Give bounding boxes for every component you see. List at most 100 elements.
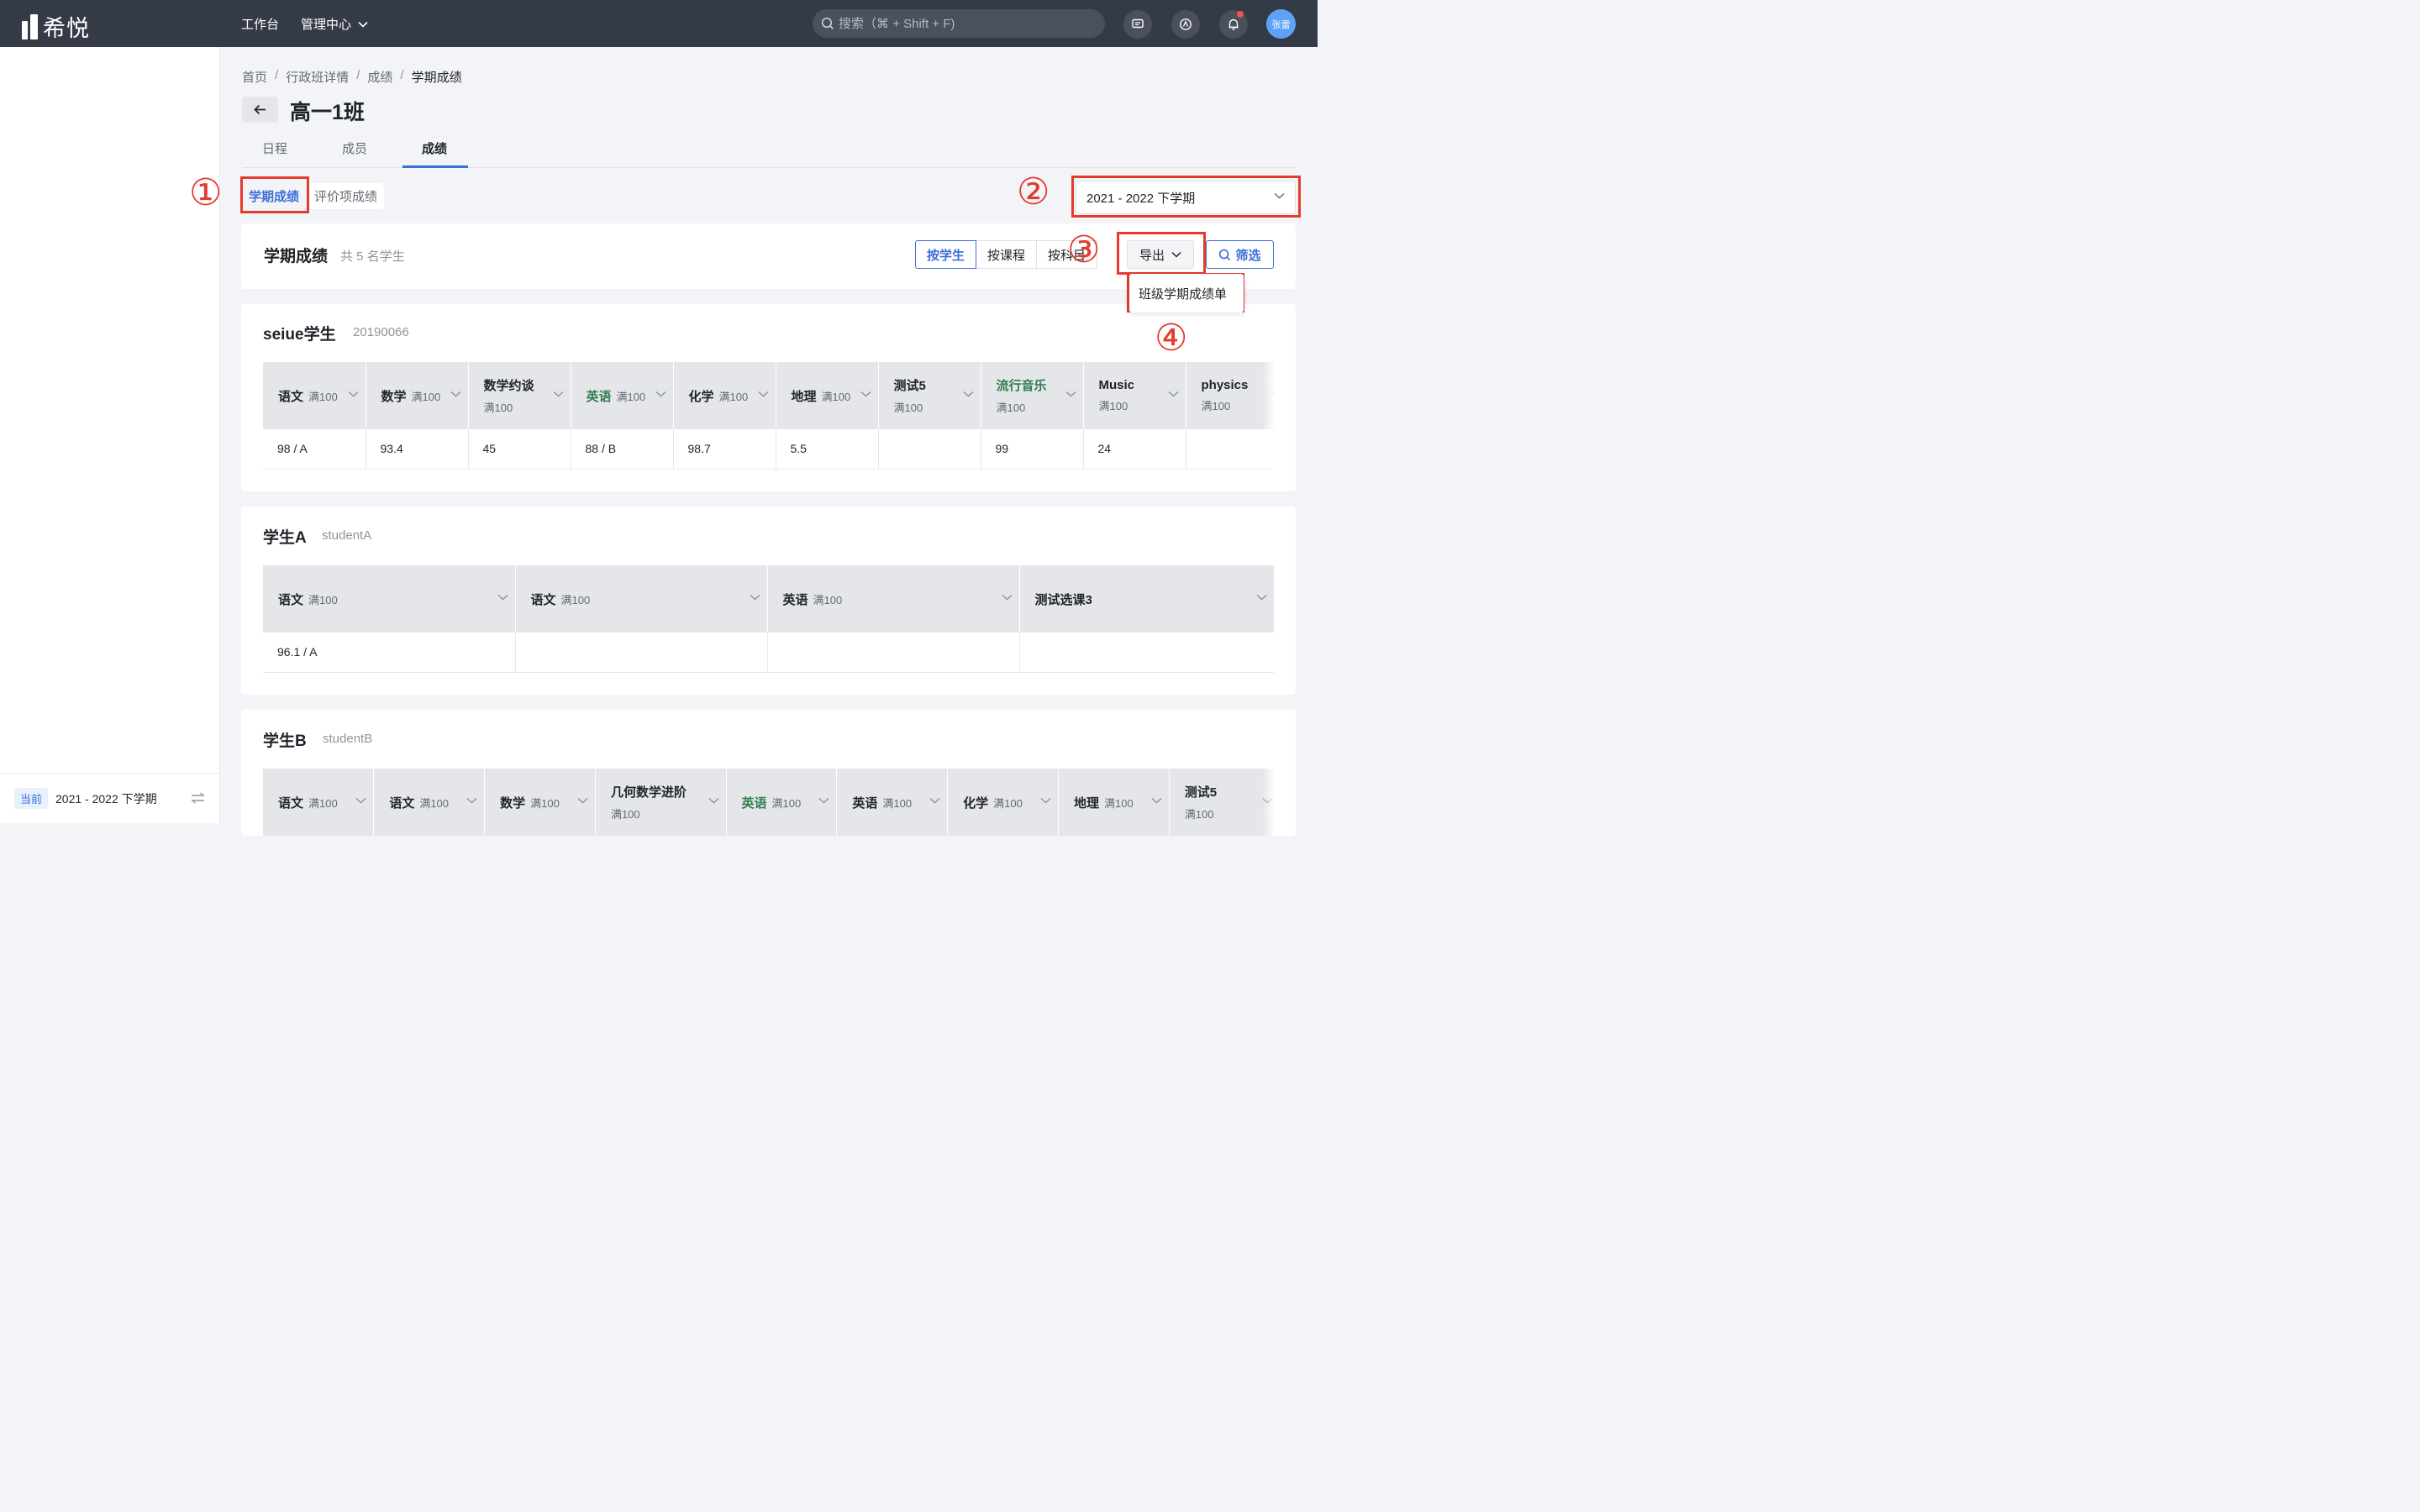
chevron-down-icon[interactable] xyxy=(497,594,508,601)
chevron-down-icon[interactable] xyxy=(355,797,366,804)
subject-column-header[interactable]: 化学 满100 xyxy=(672,362,776,429)
breadcrumb-class-detail[interactable]: 行政班详情 xyxy=(286,68,349,86)
chevron-down-icon[interactable] xyxy=(552,391,564,397)
search-icon xyxy=(1219,249,1231,260)
subject-column-header[interactable]: 英语 满100 xyxy=(725,769,837,836)
chevron-down-icon[interactable] xyxy=(655,391,666,397)
chevron-down-icon[interactable] xyxy=(860,391,871,397)
subject-column-header[interactable]: 语文 满100 xyxy=(263,769,374,836)
subject-column-header[interactable]: 几何数学进阶 满100 xyxy=(594,769,727,836)
subject-name: 英语 xyxy=(586,389,612,404)
full-score: 满100 xyxy=(308,593,338,606)
full-score: 满100 xyxy=(996,402,1026,414)
subject-name: 语文 xyxy=(278,795,304,811)
chevron-down-icon[interactable] xyxy=(1167,391,1179,397)
score-cell: 98.7 xyxy=(672,429,776,470)
grades-table-wrap[interactable]: 语文 满100 语文 满100 数学 满100 几何数学进阶 满100 英语 满100 英语 满100… xyxy=(263,769,1274,836)
subject-column-header[interactable]: 测试5 满100 xyxy=(1168,769,1274,836)
chevron-down-icon[interactable] xyxy=(818,797,829,804)
subtab-evaluation-grades[interactable]: 评价项成绩 xyxy=(308,183,385,209)
chevron-down-icon[interactable] xyxy=(577,797,588,804)
breadcrumb-home[interactable]: 首页 xyxy=(242,68,267,86)
annotation-box-3 xyxy=(1117,232,1206,275)
score-cell xyxy=(766,633,1019,673)
app-logo[interactable]: 希悦 xyxy=(22,10,90,43)
chevron-down-icon[interactable] xyxy=(1256,594,1267,601)
subject-column-header[interactable]: 英语 满100 xyxy=(570,362,673,429)
subject-column-header[interactable]: 语文 满100 xyxy=(263,565,515,633)
summary-title: 学期成绩 xyxy=(264,248,329,265)
avatar[interactable]: 张雷 xyxy=(1266,9,1296,39)
student-id: studentB xyxy=(323,732,373,746)
notification-button[interactable] xyxy=(1219,10,1248,39)
subject-name: 语文 xyxy=(278,592,304,607)
chevron-down-icon[interactable] xyxy=(1040,797,1051,804)
subject-column-header[interactable]: 语文 满100 xyxy=(514,565,767,633)
current-term-label: 2021 - 2022 下学期 xyxy=(55,791,157,806)
score-cell: 93.4 xyxy=(365,429,468,470)
tab-members[interactable]: 成员 xyxy=(342,139,367,157)
chevron-down-icon[interactable] xyxy=(929,797,940,804)
chevron-down-icon[interactable] xyxy=(466,797,477,804)
subject-column-header[interactable]: 英语 满100 xyxy=(836,769,948,836)
search-input[interactable] xyxy=(839,16,1091,31)
chevron-down-icon[interactable] xyxy=(450,391,461,397)
logo-mark-icon xyxy=(22,13,38,39)
annotation-number-1: ① xyxy=(189,171,223,214)
breadcrumb-grades[interactable]: 成绩 xyxy=(367,68,392,86)
subject-name: Music xyxy=(1098,378,1135,392)
chevron-down-icon[interactable] xyxy=(708,797,719,804)
tab-schedule[interactable]: 日程 xyxy=(262,139,287,157)
current-term-switcher[interactable]: 当前 2021 - 2022 下学期 xyxy=(0,773,219,823)
full-score: 满100 xyxy=(882,796,913,810)
subject-column-header[interactable]: 数学 满100 xyxy=(484,769,596,836)
subject-name: 测试5 xyxy=(893,379,926,393)
full-score: 满100 xyxy=(560,593,591,606)
message-button[interactable] xyxy=(1123,10,1152,39)
swap-icon[interactable] xyxy=(191,792,205,804)
subject-column-header[interactable]: 化学 满100 xyxy=(947,769,1059,836)
full-score: 满100 xyxy=(483,402,513,414)
subject-column-header[interactable]: 英语 满100 xyxy=(766,565,1019,633)
subject-column-header[interactable]: 测试选课3 xyxy=(1018,565,1274,633)
subject-name: 流行音乐 xyxy=(996,379,1047,393)
subject-column-header[interactable]: 数学 满100 xyxy=(365,362,468,429)
full-score: 满100 xyxy=(530,796,560,810)
subject-column-header[interactable]: 地理 满100 xyxy=(775,362,878,429)
chevron-down-icon[interactable] xyxy=(962,391,974,397)
score-cell: 45 xyxy=(467,429,571,470)
full-score: 满100 xyxy=(821,390,851,403)
view-by-course[interactable]: 按课程 xyxy=(976,240,1038,269)
global-search[interactable] xyxy=(813,9,1105,38)
student-name: 学生A xyxy=(263,529,307,547)
subject-column-header[interactable]: 语文 满100 xyxy=(263,362,366,429)
chevron-down-icon[interactable] xyxy=(347,391,359,397)
chevron-down-icon[interactable] xyxy=(1001,594,1013,601)
chevron-down-icon[interactable] xyxy=(757,391,769,397)
logo-text: 希悦 xyxy=(43,16,90,41)
subject-column-header[interactable]: 地理 满100 xyxy=(1057,769,1170,836)
subject-column-header[interactable]: 语文 满100 xyxy=(373,769,485,836)
filter-button[interactable]: 筛选 xyxy=(1206,240,1274,269)
subject-column-header[interactable]: Music 满100 xyxy=(1082,362,1186,429)
nav-workbench[interactable]: 工作台 xyxy=(241,15,279,33)
chevron-down-icon[interactable] xyxy=(1151,797,1162,804)
subject-name: 语文 xyxy=(278,389,304,404)
subject-column-header[interactable]: 数学约谈 满100 xyxy=(467,362,571,429)
nav-admin-center[interactable]: 管理中心 xyxy=(301,15,368,33)
chevron-down-icon[interactable] xyxy=(1065,391,1076,397)
grades-table-wrap[interactable]: 语文 满100 数学 满100 数学约谈 满100 英语 满100 化学 满100 地理 满100 测试… xyxy=(263,362,1274,470)
subject-column-header[interactable]: 测试5 满100 xyxy=(877,362,981,429)
subject-name: 测试选课3 xyxy=(1034,592,1092,607)
subject-column-header[interactable]: 流行音乐满100 xyxy=(980,362,1083,429)
view-by-student[interactable]: 按学生 xyxy=(915,240,977,269)
tab-grades[interactable]: 成绩 xyxy=(422,139,447,157)
table-header-row: 语文 满100 语文 满100 数学 满100 几何数学进阶 满100 英语 满100 英语 满100… xyxy=(263,769,1274,836)
subject-column-header[interactable]: physics 满100 xyxy=(1185,362,1274,429)
subject-name: 化学 xyxy=(688,389,714,404)
export-menu-item-class-report[interactable]: 班级学期成绩单 xyxy=(1139,285,1227,302)
app-center-button[interactable] xyxy=(1171,10,1200,39)
back-button[interactable] xyxy=(242,97,278,123)
annotation-box-1 xyxy=(240,176,309,213)
chevron-down-icon[interactable] xyxy=(749,594,760,601)
